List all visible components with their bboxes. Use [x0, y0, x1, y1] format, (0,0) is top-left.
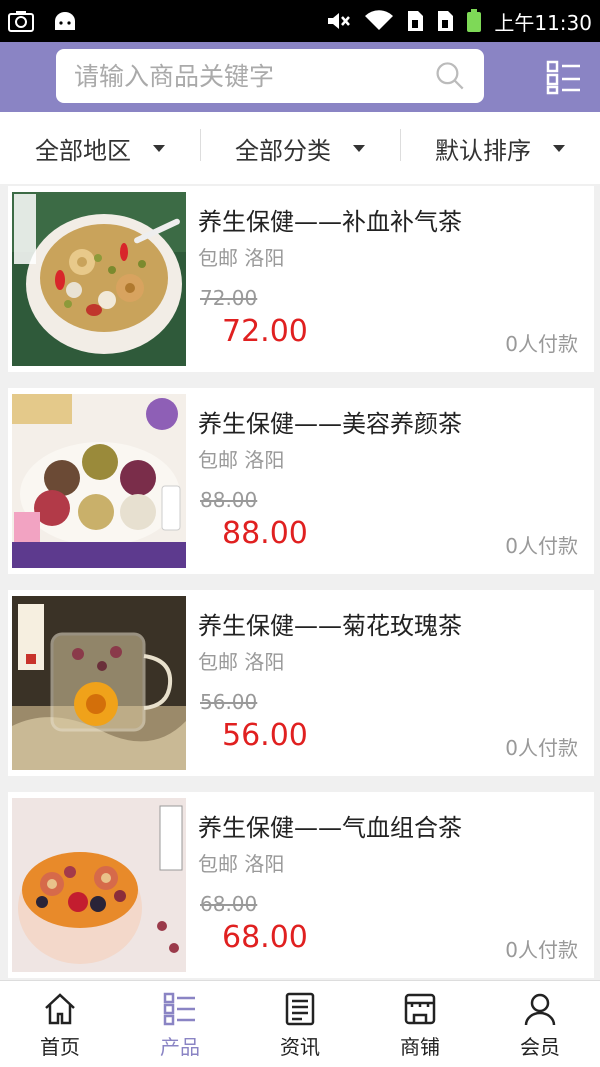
tab-label: 会员 — [520, 1035, 560, 1059]
product-price: 88.00 — [222, 516, 308, 551]
filter-label: 全部地区 — [35, 136, 131, 165]
news-icon — [285, 992, 315, 1026]
product-meta: 包邮 洛阳 — [198, 852, 285, 876]
product-meta: 包邮 洛阳 — [198, 650, 285, 674]
tab-home[interactable]: 首页 — [0, 981, 120, 1067]
home-icon — [45, 993, 75, 1025]
user-icon — [524, 993, 556, 1026]
sold-count: 0人付款 — [505, 938, 578, 962]
sold-count: 0人付款 — [505, 534, 578, 558]
product-card[interactable]: 养生保健——菊花玫瑰茶 包邮 洛阳 56.00 56.00 0人付款 — [8, 590, 594, 776]
shop-icon — [404, 993, 436, 1025]
battery-icon — [466, 9, 482, 33]
filter-label: 全部分类 — [235, 136, 331, 165]
original-price: 72.00 — [200, 286, 258, 310]
product-meta: 包邮 洛阳 — [198, 246, 285, 270]
original-price: 88.00 — [200, 488, 258, 512]
search-box[interactable] — [56, 49, 484, 103]
product-price: 68.00 — [222, 920, 308, 955]
app-header — [0, 42, 600, 112]
caret-down-icon — [353, 144, 365, 152]
original-price: 56.00 — [200, 690, 258, 714]
screenshot-icon — [8, 10, 34, 32]
product-list: 养生保健——补血补气茶 包邮 洛阳 72.00 72.00 0人付款 养生保健—… — [8, 186, 594, 994]
caret-down-icon — [153, 144, 165, 152]
sim-card-icon — [436, 10, 454, 32]
tab-shops[interactable]: 商铺 — [360, 981, 480, 1067]
tab-member[interactable]: 会员 — [480, 981, 600, 1067]
tab-label: 商铺 — [400, 1035, 440, 1059]
list-icon — [163, 992, 195, 1026]
product-card[interactable]: 养生保健——气血组合茶 包邮 洛阳 68.00 68.00 0人付款 — [8, 792, 594, 978]
tab-products[interactable]: 产品 — [120, 981, 240, 1067]
search-input[interactable] — [74, 61, 426, 91]
filter-region[interactable]: 全部地区 — [0, 131, 200, 166]
status-bar: 上午11:30 — [0, 0, 600, 42]
product-title[interactable]: 养生保健——美容养颜茶 — [198, 404, 462, 439]
product-price: 56.00 — [222, 718, 308, 753]
status-time: 上午11:30 — [494, 10, 592, 35]
product-image[interactable] — [12, 798, 186, 972]
android-icon — [52, 10, 78, 32]
filter-bar: 全部地区 全部分类 默认排序 — [0, 112, 600, 184]
sim-card-icon — [406, 10, 424, 32]
category-menu-icon[interactable] — [546, 59, 582, 95]
tab-label: 资讯 — [280, 1035, 320, 1059]
product-image[interactable] — [12, 192, 186, 366]
sold-count: 0人付款 — [505, 332, 578, 356]
product-card[interactable]: 养生保健——补血补气茶 包邮 洛阳 72.00 72.00 0人付款 — [8, 186, 594, 372]
tab-label: 首页 — [40, 1035, 80, 1059]
tab-label: 产品 — [160, 1035, 200, 1059]
search-icon[interactable] — [434, 58, 466, 94]
product-meta: 包邮 洛阳 — [198, 448, 285, 472]
filter-label: 默认排序 — [435, 136, 531, 165]
mute-icon — [326, 10, 352, 32]
filter-category[interactable]: 全部分类 — [200, 128, 400, 166]
caret-down-icon — [553, 144, 565, 152]
product-price: 72.00 — [222, 314, 308, 349]
product-card[interactable]: 养生保健——美容养颜茶 包邮 洛阳 88.00 88.00 0人付款 — [8, 388, 594, 574]
product-image[interactable] — [12, 596, 186, 770]
product-title[interactable]: 养生保健——补血补气茶 — [198, 202, 462, 237]
filter-sort[interactable]: 默认排序 — [400, 128, 600, 166]
product-image[interactable] — [12, 394, 186, 568]
sold-count: 0人付款 — [505, 736, 578, 760]
product-title[interactable]: 养生保健——菊花玫瑰茶 — [198, 606, 462, 641]
tab-news[interactable]: 资讯 — [240, 981, 360, 1067]
original-price: 68.00 — [200, 892, 258, 916]
wifi-icon — [364, 10, 394, 32]
product-title[interactable]: 养生保健——气血组合茶 — [198, 808, 462, 843]
bottom-tab-bar: 首页 产品 资讯 商铺 会员 — [0, 980, 600, 1067]
